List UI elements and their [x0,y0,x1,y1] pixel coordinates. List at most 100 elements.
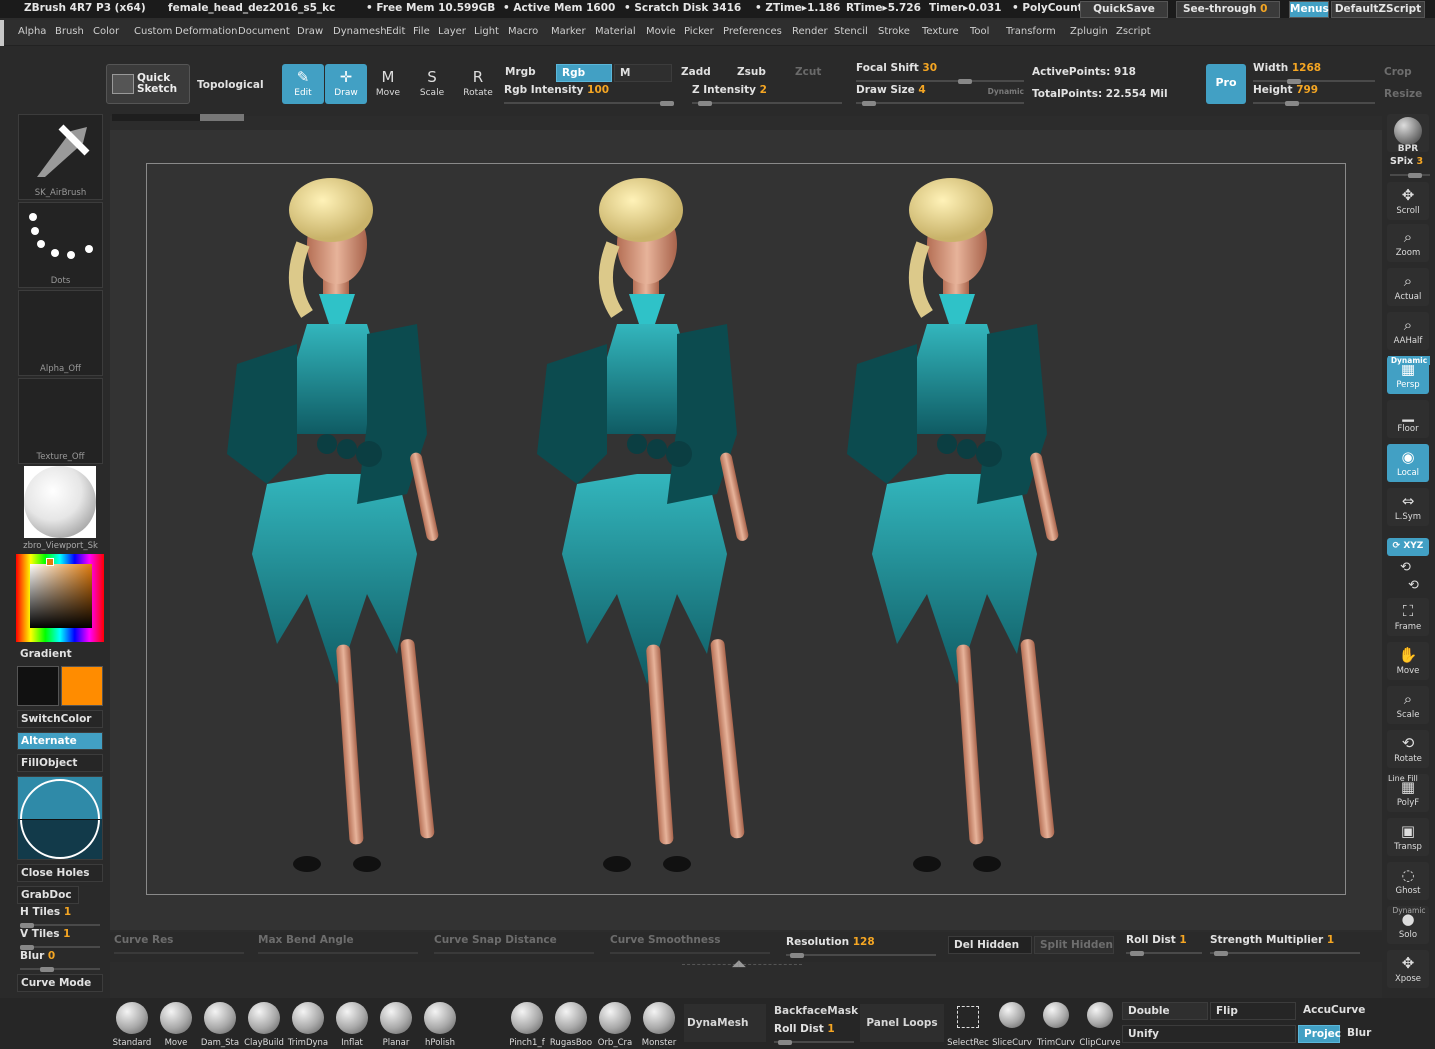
z-rotate-icon[interactable]: ⟲ [1408,578,1419,593]
brush-move[interactable]: Move [154,1002,198,1048]
selectrect-button[interactable]: SelectRec [946,1002,990,1048]
model-render[interactable] [147,164,1347,896]
zoom-button[interactable]: ⌕ Zoom [1387,224,1429,262]
z-intensity-slider[interactable]: Z Intensity 2 [692,84,842,106]
menu-picker[interactable]: Picker [684,26,714,37]
bpr-button[interactable]: BPR [1387,114,1429,154]
pro-button[interactable]: Pro [1206,64,1246,104]
dynamesh-button[interactable]: DynaMesh [684,1004,766,1042]
brush-claybuild[interactable]: ClayBuild [242,1002,286,1048]
ghost-button[interactable]: ◌ Ghost [1387,862,1429,900]
resize-button[interactable]: Resize [1384,88,1422,100]
menu-render[interactable]: Render [792,26,828,37]
menu-zplugin[interactable]: Zplugin [1070,26,1108,37]
focal-shift-slider[interactable]: Focal Shift 30 [856,62,1024,84]
rotate-button[interactable]: ⟲ Rotate [1387,730,1429,768]
menu-tool[interactable]: Tool [970,26,989,37]
brush-inflat[interactable]: Inflat [330,1002,374,1048]
h-tiles-slider[interactable]: H Tiles 1 [20,906,100,928]
draw-button[interactable]: ✛ Draw [325,64,367,104]
scale-button[interactable]: ⌕ Scale [1387,686,1429,724]
brush-thumbnail[interactable]: SK_AirBrush [18,114,103,200]
main-color-swatch[interactable] [17,666,59,706]
split-hidden-button[interactable]: Split Hidden [1034,936,1114,954]
brush-trimdyna[interactable]: TrimDyna [286,1002,330,1048]
panel-loops-button[interactable]: Panel Loops [860,1004,944,1042]
del-hidden-button[interactable]: Del Hidden [948,936,1032,954]
mrgb-button[interactable]: Mrgb [500,64,556,82]
texture-thumbnail[interactable]: Texture_Off [18,378,103,464]
menu-preferences[interactable]: Preferences [723,26,782,37]
menu-layer[interactable]: Layer [438,26,466,37]
menu-stencil[interactable]: Stencil [834,26,868,37]
menu-dynamesh[interactable]: Dynamesh [333,26,387,37]
spix-slider[interactable]: SPix 3 [1390,156,1430,178]
brush-planar[interactable]: Planar [374,1002,418,1048]
topological-button[interactable]: Topological [197,79,264,91]
curve-editor[interactable] [17,776,103,860]
shelf-splitter[interactable]: ◢◣ [682,959,802,970]
move-button[interactable]: M Move [367,64,409,104]
color-square[interactable] [30,564,92,628]
scroll-button[interactable]: ✥ Scroll [1387,182,1429,220]
rotate-button[interactable]: R Rotate [457,64,499,104]
scale-button[interactable]: S Scale [411,64,453,104]
edit-button[interactable]: ✎ Edit [282,64,324,104]
stroke-thumbnail[interactable]: Dots [18,202,103,288]
menu-stroke[interactable]: Stroke [878,26,910,37]
unify-button[interactable]: Unify [1122,1025,1296,1043]
roll-dist-slider[interactable]: Roll Dist 1 [1126,934,1202,956]
menu-document[interactable]: Document [238,26,290,37]
menu-movie[interactable]: Movie [646,26,676,37]
move-button[interactable]: ✋ Move [1387,642,1429,680]
menu-zscript[interactable]: Zscript [1116,26,1151,37]
curve-snap-slider[interactable]: Curve Snap Distance [434,934,594,956]
quick-sketch-button[interactable]: Quick Sketch [106,64,190,104]
menu-texture[interactable]: Texture [922,26,959,37]
rgb-intensity-slider[interactable]: Rgb Intensity 100 [504,84,674,106]
brush-hpolish[interactable]: hPolish [418,1002,462,1048]
v-tiles-slider[interactable]: V Tiles 1 [20,928,100,950]
accucurve-button[interactable]: AccuCurve [1298,1002,1384,1020]
brush-monster[interactable]: Monster [637,1002,681,1048]
menu-draw[interactable]: Draw [297,26,323,37]
menu-color[interactable]: Color [93,26,119,37]
brush-standard[interactable]: Standard [110,1002,154,1048]
blur-slider[interactable]: Blur 0 [20,950,100,972]
resolution-slider[interactable]: Resolution 128 [786,936,936,958]
fillobject-button[interactable]: FillObject [17,754,103,772]
menu-macro[interactable]: Macro [508,26,538,37]
shelf-roll-dist-slider[interactable]: Roll Dist 1 [774,1023,854,1045]
menu-transform[interactable]: Transform [1006,26,1056,37]
see-through-slider[interactable]: See-through 0 [1176,1,1280,18]
slicecurve-button[interactable]: SliceCurv [990,1002,1034,1048]
grabdoc-button[interactable]: GrabDoc [17,886,79,904]
crop-button[interactable]: Crop [1384,66,1412,78]
m-button[interactable]: M [614,64,672,82]
brush-pinch1-f[interactable]: Pinch1_f [505,1002,549,1048]
canvas-area[interactable] [110,130,1382,930]
actual-button[interactable]: ⌕ Actual [1387,268,1429,306]
doc-scrollbar[interactable] [112,114,244,121]
color-picker[interactable] [16,554,104,642]
gradient-label[interactable]: Gradient [20,648,72,660]
max-bend-slider[interactable]: Max Bend Angle [258,934,418,956]
floor-button[interactable]: ▁ Floor [1387,400,1429,438]
width-slider[interactable]: Width 1268 [1253,62,1375,84]
switchcolor-button[interactable]: SwitchColor [17,710,103,728]
brush-rugasboo[interactable]: RugasBoo [549,1002,593,1048]
material-thumbnail[interactable]: zbro_Viewport_Sk [18,466,103,552]
flip-button[interactable]: Flip [1210,1002,1296,1020]
curve-res-slider[interactable]: Curve Res [114,934,244,956]
double-button[interactable]: Double [1122,1002,1208,1020]
brush-orb-cra[interactable]: Orb_Cra [593,1002,637,1048]
menu-deformation[interactable]: Deformation [175,26,237,37]
zcut-button[interactable]: Zcut [790,64,840,82]
draw-size-slider[interactable]: Draw Size 4 Dynamic [856,84,1024,106]
clipcurve-button[interactable]: ClipCurve [1078,1002,1122,1048]
trimcurve-button[interactable]: TrimCurv [1034,1002,1078,1048]
menus-button[interactable]: Menus [1289,1,1329,18]
menu-light[interactable]: Light [474,26,499,37]
alpha-thumbnail[interactable]: Alpha_Off [18,290,103,376]
local-button[interactable]: ◉ Local [1387,444,1429,482]
